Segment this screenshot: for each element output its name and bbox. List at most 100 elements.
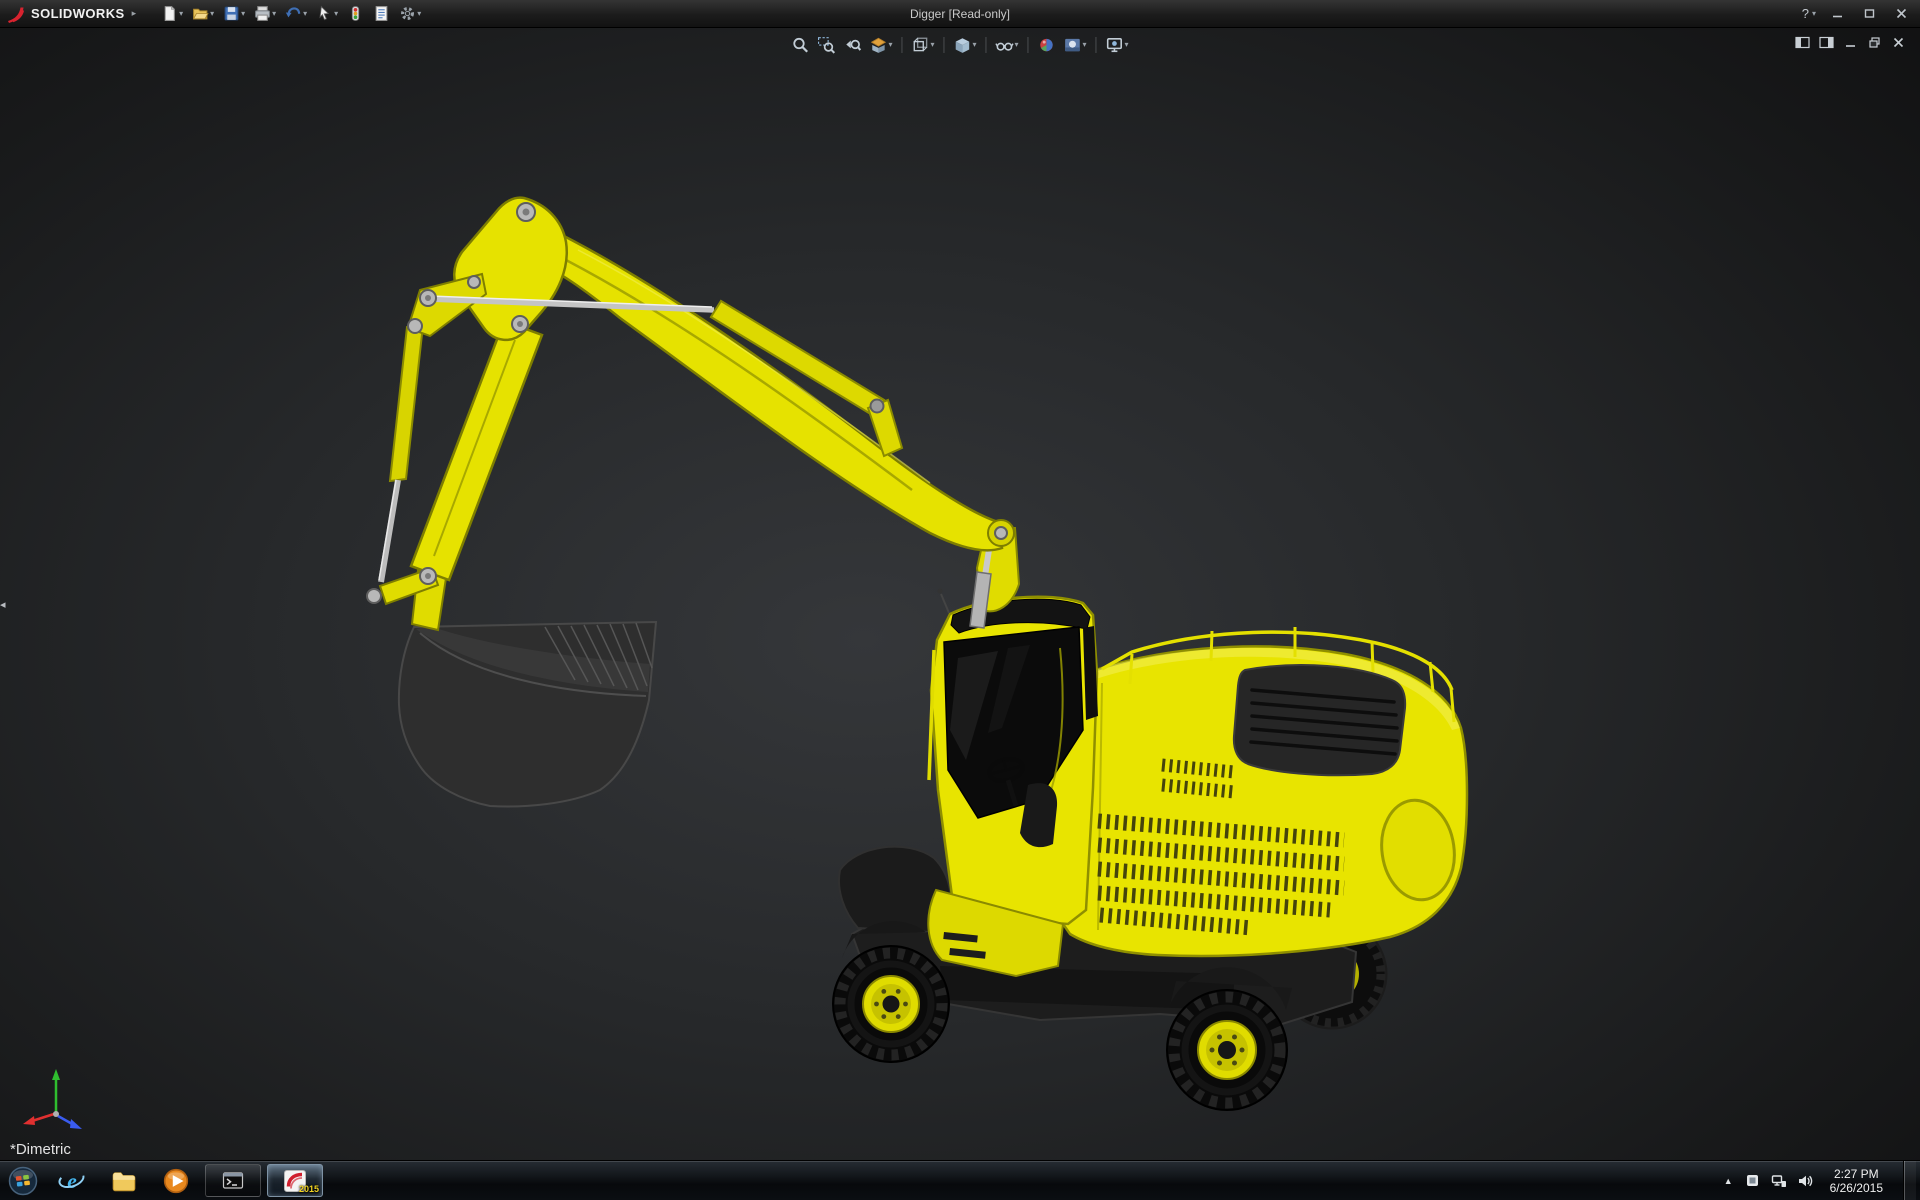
windows-start-icon — [7, 1165, 39, 1197]
dropdown-caret[interactable]: ▾ — [334, 10, 338, 18]
document-restore-button[interactable] — [1864, 34, 1884, 51]
excavator-model[interactable] — [0, 28, 1920, 1160]
view-settings-button[interactable]: ▾ — [1103, 34, 1132, 56]
tile-left-button[interactable] — [1792, 34, 1812, 51]
dropdown-caret[interactable]: ▾ — [241, 10, 245, 18]
windows-taskbar: e — [0, 1160, 1920, 1200]
clock-time: 2:27 PM — [1830, 1167, 1883, 1181]
document-minimize-icon — [1844, 36, 1857, 49]
network-icon[interactable] — [1770, 1172, 1788, 1190]
zoom-to-fit-button[interactable] — [788, 34, 812, 56]
hidden-icons-button[interactable]: ▲ — [1721, 1176, 1736, 1186]
folder-icon — [110, 1167, 138, 1195]
dropdown-caret[interactable]: ▾ — [930, 41, 934, 49]
apply-scene-icon — [1064, 36, 1082, 54]
save-button[interactable]: ▾ — [220, 3, 248, 24]
hide-show-items-button[interactable]: ▾ — [993, 34, 1022, 56]
heads-up-view-toolbar: ▾ ▾ ▾ — [782, 32, 1137, 58]
document-restore-icon — [1868, 36, 1881, 49]
zoom-to-area-button[interactable] — [814, 34, 838, 56]
zoom-to-fit-icon — [791, 36, 809, 54]
graphics-viewport[interactable]: ▾ ▾ ▾ — [0, 28, 1920, 1160]
edit-appearance-button[interactable] — [1035, 34, 1059, 56]
section-view-button[interactable]: ▾ — [866, 34, 895, 56]
help-button[interactable]: ? ▾ — [1802, 6, 1816, 21]
view-orientation-label: *Dimetric — [10, 1141, 71, 1158]
save-icon — [223, 5, 240, 22]
select-button[interactable]: ▾ — [313, 3, 341, 24]
dropdown-caret[interactable]: ▾ — [303, 10, 307, 18]
dropdown-caret[interactable]: ▾ — [1083, 41, 1087, 49]
dropdown-caret[interactable]: ▾ — [272, 10, 276, 18]
document-close-button[interactable] — [1888, 34, 1908, 51]
clock-date: 6/26/2015 — [1830, 1181, 1883, 1195]
previous-view-icon — [843, 36, 861, 54]
toolbar-separator — [901, 37, 902, 53]
options-button[interactable]: ▾ — [396, 3, 424, 24]
maximize-button[interactable] — [1858, 5, 1880, 23]
zoom-to-area-icon — [817, 36, 835, 54]
view-orientation-button[interactable]: ▾ — [908, 34, 937, 56]
dropdown-caret[interactable]: ▾ — [1125, 41, 1129, 49]
cab-handrail — [929, 650, 934, 780]
close-button[interactable] — [1890, 5, 1912, 23]
command-prompt-icon — [220, 1168, 246, 1194]
start-button[interactable] — [0, 1161, 46, 1200]
edit-appearance-icon — [1038, 36, 1056, 54]
new-document-icon — [161, 5, 178, 22]
tile-right-button[interactable] — [1816, 34, 1836, 51]
tile-left-icon — [1795, 36, 1810, 49]
new-document-button[interactable]: ▾ — [158, 3, 186, 24]
dropdown-caret[interactable]: ▾ — [972, 41, 976, 49]
taskbar-button-command-prompt[interactable] — [205, 1164, 261, 1197]
view-orientation-icon — [911, 36, 929, 54]
dropdown-caret[interactable]: ▾ — [417, 10, 421, 18]
toolbar-separator — [1096, 37, 1097, 53]
document-minimize-button[interactable] — [1840, 34, 1860, 51]
apply-scene-button[interactable]: ▾ — [1061, 34, 1090, 56]
dropdown-caret[interactable]: ▾ — [1812, 10, 1816, 18]
boom-head-plate[interactable] — [408, 198, 567, 340]
solidworks-window: Digger [Read-only] SOLIDWORKS ▸ ▾ ▾ — [0, 0, 1920, 1200]
show-desktop-button[interactable] — [1903, 1161, 1916, 1200]
volume-icon[interactable] — [1796, 1172, 1814, 1190]
file-properties-button[interactable] — [370, 3, 393, 24]
logo-expand-caret[interactable]: ▸ — [132, 8, 137, 19]
dropdown-caret[interactable]: ▾ — [1015, 41, 1019, 49]
taskbar-left: e — [0, 1161, 326, 1200]
taskbar-item-windows-explorer[interactable] — [98, 1161, 150, 1200]
previous-view-button[interactable] — [840, 34, 864, 56]
stick-cylinder[interactable] — [379, 325, 423, 582]
feature-manager-collapse-arrow[interactable]: ◂ — [0, 586, 12, 622]
dropdown-caret[interactable]: ▾ — [179, 10, 183, 18]
taskbar-item-media-player[interactable] — [150, 1161, 202, 1200]
front-wheel[interactable] — [833, 946, 949, 1062]
view-settings-icon — [1106, 36, 1124, 54]
dropdown-caret[interactable]: ▾ — [210, 10, 214, 18]
taskbar-item-internet-explorer[interactable]: e — [46, 1161, 98, 1200]
system-tray: ▲ 2 — [1721, 1161, 1920, 1200]
solidworks-version-badge: 2015 — [299, 1184, 319, 1194]
reference-triad — [22, 1066, 90, 1134]
taskbar-clock[interactable]: 2:27 PM 6/26/2015 — [1822, 1167, 1891, 1195]
bucket[interactable] — [399, 622, 656, 806]
maximize-icon — [1864, 8, 1875, 19]
open-button[interactable]: ▾ — [189, 3, 217, 24]
tray-generic-app-icon[interactable] — [1744, 1172, 1762, 1190]
cab[interactable] — [928, 589, 1098, 977]
upper-body[interactable] — [1063, 627, 1467, 956]
display-style-button[interactable]: ▾ — [950, 34, 979, 56]
open-folder-icon — [192, 5, 209, 22]
titlebar-controls: ? ▾ — [1802, 5, 1920, 23]
display-style-icon — [953, 36, 971, 54]
minimize-button[interactable] — [1826, 5, 1848, 23]
stick-arm[interactable] — [411, 321, 542, 580]
rebuild-button[interactable] — [344, 3, 367, 24]
print-button[interactable]: ▾ — [251, 3, 279, 24]
dropdown-caret[interactable]: ▾ — [888, 41, 892, 49]
taskbar-button-solidworks[interactable]: 2015 — [267, 1164, 323, 1197]
rear-wheel[interactable] — [1167, 990, 1287, 1110]
boom-arm[interactable] — [529, 228, 1014, 550]
file-properties-icon — [373, 5, 390, 22]
undo-button[interactable]: ▾ — [282, 3, 310, 24]
